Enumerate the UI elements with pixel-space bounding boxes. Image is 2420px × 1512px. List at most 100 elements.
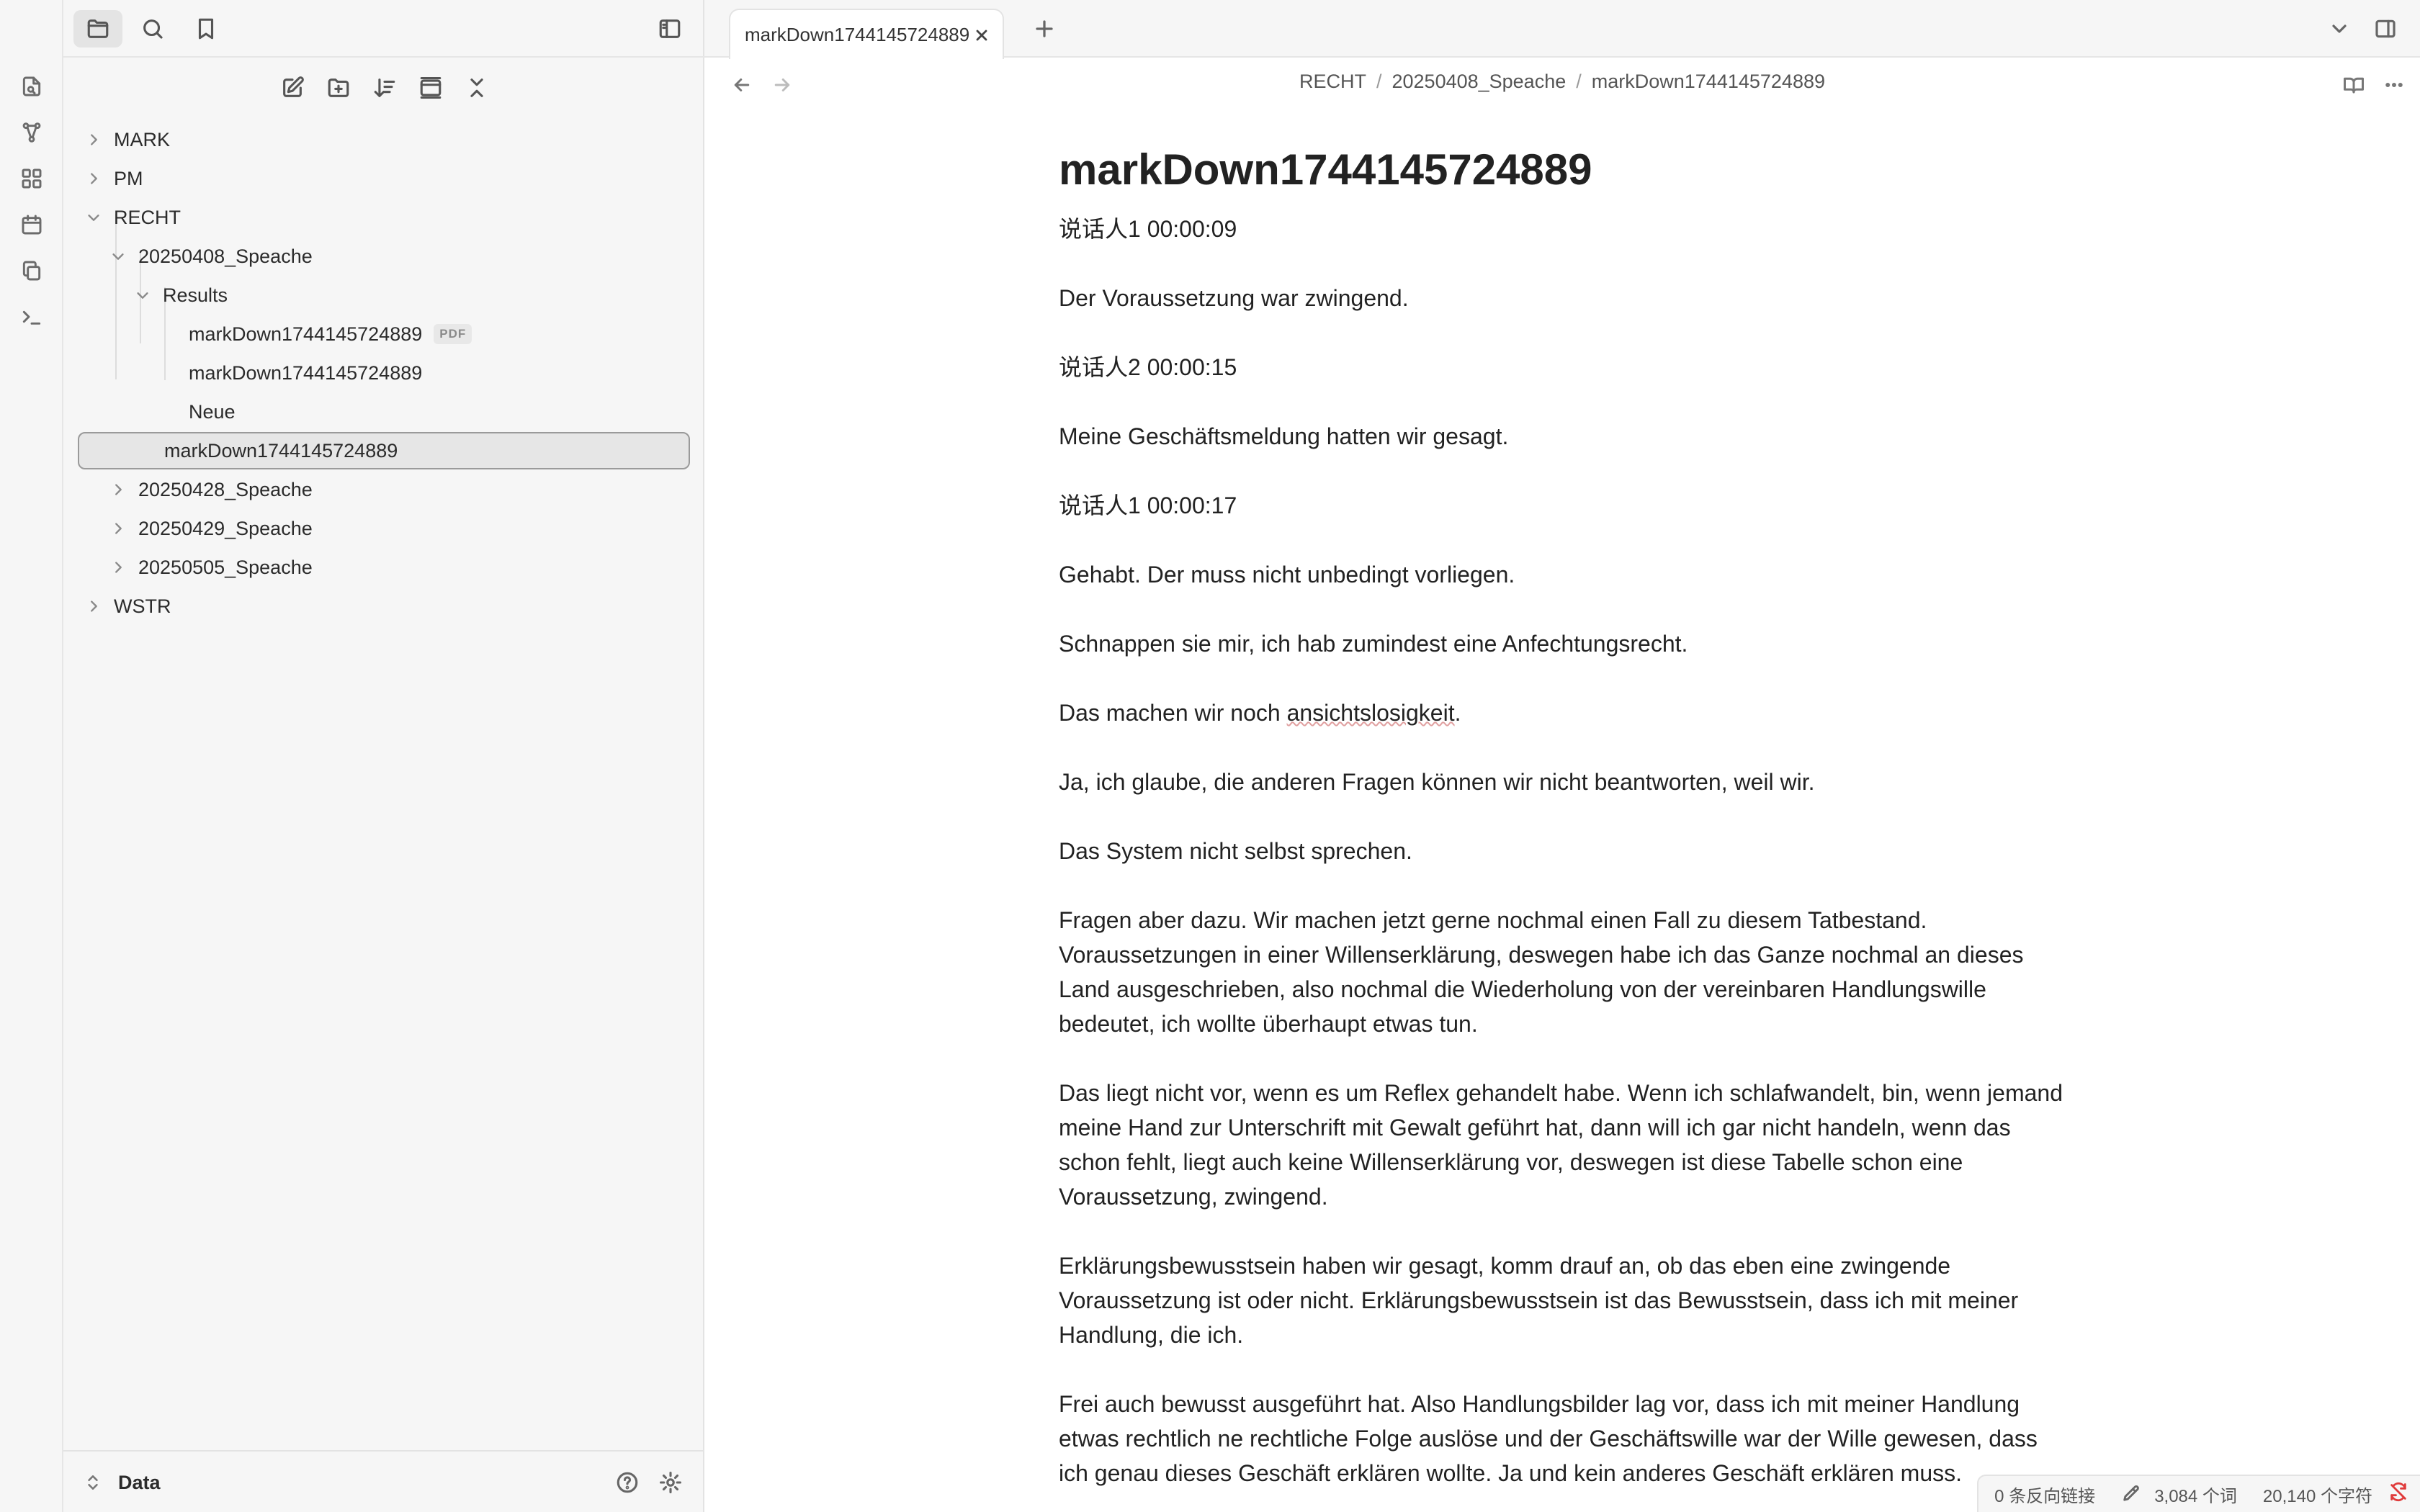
search-tab-search-icon[interactable] — [128, 10, 177, 48]
tree-item-label: 20250408_Speache — [138, 245, 313, 267]
paragraph-text: Das machen wir noch — [1059, 700, 1287, 726]
tree-folder-results[interactable]: Results — [133, 276, 681, 314]
paragraph-text: . — [1454, 700, 1461, 726]
open-quick-switcher-icon[interactable] — [17, 72, 46, 101]
help-icon[interactable] — [612, 1467, 642, 1498]
files-tab-folder-icon[interactable] — [73, 10, 122, 48]
paragraph[interactable]: 说话人1 00:00:17 — [1059, 488, 2067, 523]
templates-copy-icon[interactable] — [17, 256, 46, 285]
tree-item-label: markDown1744145724889 — [189, 361, 423, 384]
settings-gear-icon[interactable] — [655, 1467, 686, 1498]
auto-reveal-file-icon[interactable] — [406, 69, 455, 107]
tree-item-label: Neue — [189, 400, 236, 423]
chevron-down-icon — [108, 246, 128, 266]
status-bar: 0 条反向链接 3,084 个词 20,140 个字符 — [1977, 1475, 2420, 1512]
tree-folder-recht[interactable]: RECHT — [84, 199, 681, 236]
tab-bar: markDown1744145724889 — [704, 0, 2420, 59]
command-palette-terminal-icon[interactable] — [17, 302, 46, 331]
bookmarks-tab-bookmark-icon[interactable] — [182, 10, 230, 48]
tree-folder-20250408-speache[interactable]: 20250408_Speache — [108, 238, 681, 275]
breadcrumb-item[interactable]: markDown1744145724889 — [1592, 71, 1825, 92]
chevron-right-icon — [84, 596, 104, 616]
paragraph[interactable]: Erklärungsbewusstsein haben wir gesagt, … — [1059, 1248, 2067, 1352]
breadcrumb-separator: / — [1376, 71, 1382, 92]
reading-view-book-icon[interactable] — [2339, 71, 2368, 99]
chevron-right-icon — [108, 557, 128, 577]
tree-item-label: WSTR — [114, 595, 171, 617]
chevron-right-icon — [84, 168, 104, 189]
tab-title: markDown1744145724889 — [745, 23, 970, 45]
vault-name: Data — [118, 1471, 161, 1493]
paragraph[interactable]: Frei auch bewusst ausgeführt hat. Also H… — [1059, 1387, 2067, 1490]
vault-switcher[interactable]: Data — [84, 1452, 161, 1512]
new-folder-icon[interactable] — [314, 69, 363, 107]
toggle-right-sidebar-icon[interactable] — [2370, 13, 2401, 45]
tree-item-label: markDown1744145724889 — [164, 439, 398, 462]
daily-note-calendar-icon[interactable] — [17, 210, 46, 239]
collapse-sidebar-icon[interactable] — [645, 10, 694, 48]
editing-mode-pencil-icon[interactable] — [2121, 1484, 2141, 1504]
tree-item-label: PM — [114, 167, 143, 189]
paragraph[interactable]: Fragen aber dazu. Wir machen jetzt gerne… — [1059, 903, 2067, 1041]
tree-item-label: markDown1744145724889 — [189, 323, 423, 345]
tree-file-selected[interactable]: markDown1744145724889 — [78, 432, 690, 469]
paragraph[interactable]: Der Voraussetzung war zwingend. — [1059, 281, 2067, 315]
character-count: 20,140 个字符 — [2262, 1486, 2372, 1506]
paragraph[interactable]: Das machen wir noch ansichtslosigkeit. — [1059, 696, 2067, 730]
sort-order-icon[interactable] — [360, 69, 409, 107]
tab-list-chevron-down-icon[interactable] — [2323, 13, 2355, 45]
paragraph[interactable]: Gehabt. Der muss nicht unbedingt vorlieg… — [1059, 557, 2067, 592]
word-count: 3,084 个词 — [2154, 1486, 2237, 1506]
breadcrumb-item[interactable]: 20250408_Speache — [1392, 71, 1567, 92]
paragraph[interactable]: Das System nicht selbst sprechen. — [1059, 834, 2067, 868]
chevron-right-icon — [84, 130, 104, 150]
main-editor: markDown1744145724889 RECHT / 20250408_Spe… — [704, 0, 2420, 1512]
more-options-ellipsis-icon[interactable] — [2380, 71, 2408, 99]
left-sidebar: MARK PM RECHT 20250408_Speache Results m… — [63, 0, 704, 1512]
new-tab-plus-icon[interactable] — [1030, 14, 1059, 43]
file-explorer-actions — [63, 69, 704, 107]
breadcrumb-item[interactable]: RECHT — [1299, 71, 1366, 92]
tab-active[interactable]: markDown1744145724889 — [729, 9, 1004, 59]
tree-item-label: RECHT — [114, 206, 181, 228]
breadcrumb: RECHT / 20250408_Speache / markDown174414572… — [704, 71, 2420, 93]
paragraph[interactable]: Ja, ich glaube, die anderen Fragen könne… — [1059, 765, 2067, 799]
tree-folder-pm[interactable]: PM — [84, 160, 681, 197]
view-header: RECHT / 20250408_Speache / markDown174414572… — [704, 58, 2420, 112]
chevron-down-icon — [84, 207, 104, 228]
sidebar-tab-header — [63, 0, 704, 58]
chevron-right-icon — [108, 518, 128, 539]
tree-folder-wstr[interactable]: WSTR — [84, 588, 681, 625]
chevron-down-icon — [133, 285, 153, 305]
ribbon — [0, 0, 63, 1512]
tree-file-markdown[interactable]: markDown1744145724889 — [189, 354, 681, 392]
paragraph[interactable]: Meine Geschäftsmeldung hatten wir gesagt… — [1059, 419, 2067, 454]
sync-error-icon[interactable] — [2388, 1482, 2408, 1507]
paragraph[interactable]: 说话人2 00:00:15 — [1059, 350, 2067, 384]
tree-folder-20250429-speache[interactable]: 20250429_Speache — [108, 510, 681, 547]
canvas-icon[interactable] — [17, 164, 46, 193]
tree-folder-mark[interactable]: MARK — [84, 121, 681, 158]
paragraph[interactable]: 说话人1 00:00:09 — [1059, 212, 2067, 246]
chevron-right-icon — [108, 480, 128, 500]
paragraph[interactable]: Schnappen sie mir, ich hab zumindest ein… — [1059, 626, 2067, 661]
chevron-up-down-icon — [88, 1475, 98, 1490]
misspelled-word[interactable]: ansichtslosigkeit — [1287, 700, 1455, 726]
tree-item-label: MARK — [114, 128, 171, 150]
note-content[interactable]: markDown1744145724889 说话人1 00:00:09 Der … — [1059, 144, 2067, 1512]
file-type-badge: PDF — [434, 324, 472, 344]
tree-item-label: 20250428_Speache — [138, 478, 313, 500]
tree-file-pdf[interactable]: markDown1744145724889 PDF — [189, 315, 681, 353]
tree-folder-20250505-speache[interactable]: 20250505_Speache — [108, 549, 681, 586]
backlinks-count[interactable]: 0 条反向链接 — [1994, 1482, 2095, 1507]
collapse-all-chevrons-icon[interactable] — [452, 69, 501, 107]
tree-item-label: Results — [163, 284, 228, 306]
tree-folder-20250428-speache[interactable]: 20250428_Speache — [108, 471, 681, 508]
tree-file-neue[interactable]: Neue — [189, 393, 681, 431]
close-tab-icon[interactable] — [971, 24, 992, 46]
breadcrumb-separator: / — [1576, 71, 1582, 92]
note-title[interactable]: markDown1744145724889 — [1059, 144, 2067, 196]
graph-view-icon[interactable] — [17, 118, 46, 147]
paragraph[interactable]: Das liegt nicht vor, wenn es um Reflex g… — [1059, 1076, 2067, 1214]
new-note-edit-icon[interactable] — [268, 69, 317, 107]
